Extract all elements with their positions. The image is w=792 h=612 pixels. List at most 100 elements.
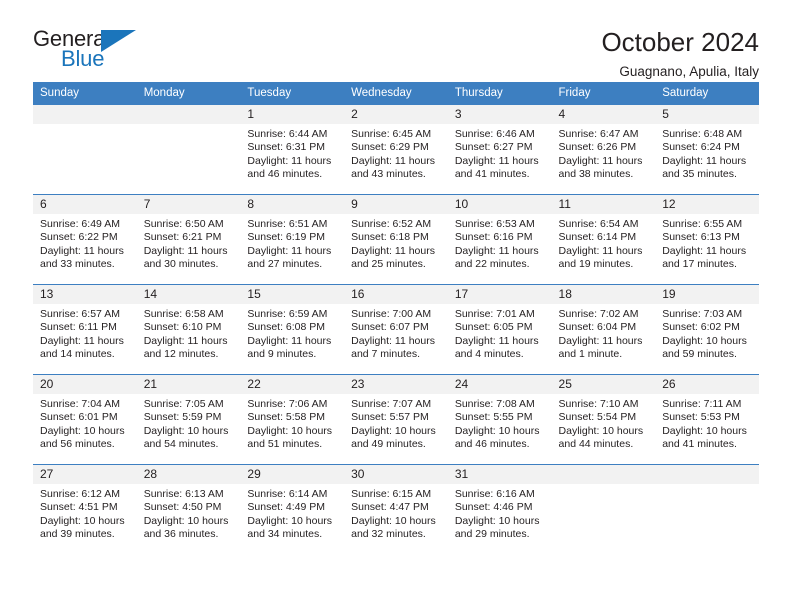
sunset-text: Sunset: 6:16 PM bbox=[454, 231, 533, 244]
daylight-text-line2: and 35 minutes. bbox=[662, 168, 737, 181]
calendar-day-cell[interactable]: 7 Sunrise: 6:50 AM Sunset: 6:21 PM Daylight… bbox=[136, 194, 241, 285]
day-details: Sunrise: 6:59 AM Sunset: 6:08 PM Daylight:… bbox=[240, 304, 344, 362]
calendar-week-row: 6 Sunrise: 6:49 AM Sunset: 6:22 PM Daylight… bbox=[33, 194, 759, 285]
calendar-day-cell[interactable]: 13 Sunrise: 6:57 AM Sunset: 6:11 PM Dayligh… bbox=[33, 284, 137, 375]
daylight-text-line2: and 46 minutes. bbox=[454, 438, 530, 451]
sunset-text: Sunset: 4:50 PM bbox=[143, 501, 222, 514]
calendar-day-cell[interactable]: 26 Sunrise: 7:11 AM Sunset: 5:53 PM Dayligh… bbox=[655, 374, 759, 465]
daylight-text-line1: Daylight: 11 hours bbox=[454, 334, 539, 347]
sunset-text: Sunset: 6:22 PM bbox=[40, 231, 118, 244]
calendar-day-cell-empty bbox=[136, 104, 241, 195]
sunrise-text: Sunrise: 6:53 AM bbox=[454, 218, 535, 230]
day-details: Sunrise: 6:52 AM Sunset: 6:18 PM Daylight:… bbox=[344, 214, 448, 272]
day-details: Sunrise: 7:10 AM Sunset: 5:54 PM Daylight:… bbox=[552, 394, 656, 452]
calendar-day-cell[interactable]: 21 Sunrise: 7:05 AM Sunset: 5:59 PM Dayligh… bbox=[136, 374, 241, 465]
daylight-text-line1: Daylight: 10 hours bbox=[662, 334, 747, 347]
calendar-day-cell[interactable]: 6 Sunrise: 6:49 AM Sunset: 6:22 PM Daylight… bbox=[33, 194, 137, 285]
calendar-day-cell[interactable]: 16 Sunrise: 7:00 AM Sunset: 6:07 PM Dayligh… bbox=[344, 284, 448, 375]
calendar-day-cell-empty bbox=[551, 464, 656, 555]
day-number: 19 bbox=[655, 285, 759, 304]
day-number: 11 bbox=[551, 195, 656, 214]
day-number: 29 bbox=[240, 465, 345, 484]
calendar-day-cell[interactable]: 4 Sunrise: 6:47 AM Sunset: 6:26 PM Daylight… bbox=[551, 104, 656, 195]
calendar-day-cell[interactable]: 2 Sunrise: 6:45 AM Sunset: 6:29 PM Daylight… bbox=[344, 104, 448, 195]
sunset-text: Sunset: 6:21 PM bbox=[143, 231, 222, 244]
calendar-week-row: 27 Sunrise: 6:12 AM Sunset: 4:51 PM Dayligh… bbox=[33, 464, 759, 555]
calendar-table: Sunday Monday Tuesday Wednesday Thursday… bbox=[33, 82, 759, 555]
calendar-day-cell[interactable]: 23 Sunrise: 7:07 AM Sunset: 5:57 PM Dayligh… bbox=[344, 374, 448, 465]
sunrise-text: Sunrise: 6:57 AM bbox=[40, 308, 120, 320]
calendar-day-cell[interactable]: 14 Sunrise: 6:58 AM Sunset: 6:10 PM Dayligh… bbox=[136, 284, 241, 375]
calendar-day-cell[interactable]: 28 Sunrise: 6:13 AM Sunset: 4:50 PM Dayligh… bbox=[136, 464, 241, 555]
calendar-day-cell[interactable]: 9 Sunrise: 6:52 AM Sunset: 6:18 PM Daylight… bbox=[344, 194, 448, 285]
daylight-text-line1: Daylight: 11 hours bbox=[143, 334, 228, 347]
day-details: Sunrise: 7:11 AM Sunset: 5:53 PM Daylight:… bbox=[655, 394, 759, 452]
sunrise-text: Sunrise: 7:00 AM bbox=[351, 308, 432, 320]
sunset-text: Sunset: 6:24 PM bbox=[662, 141, 740, 154]
sunset-text: Sunset: 6:10 PM bbox=[143, 321, 222, 334]
day-number: 1 bbox=[240, 105, 345, 124]
calendar-day-cell[interactable]: 17 Sunrise: 7:01 AM Sunset: 6:05 PM Dayligh… bbox=[447, 284, 552, 375]
sunrise-text: Sunrise: 7:02 AM bbox=[558, 308, 639, 320]
daylight-text-line1: Daylight: 11 hours bbox=[247, 244, 332, 257]
daylight-text-line2: and 59 minutes. bbox=[662, 348, 737, 361]
sunset-text: Sunset: 6:01 PM bbox=[40, 411, 118, 424]
day-number: 20 bbox=[33, 375, 137, 394]
day-number bbox=[33, 105, 137, 124]
sunrise-text: Sunrise: 6:13 AM bbox=[143, 488, 224, 500]
calendar-day-cell[interactable]: 29 Sunrise: 6:14 AM Sunset: 4:49 PM Dayligh… bbox=[240, 464, 345, 555]
sunrise-text: Sunrise: 7:04 AM bbox=[40, 398, 120, 410]
sunset-text: Sunset: 6:14 PM bbox=[558, 231, 637, 244]
calendar-day-cell[interactable]: 19 Sunrise: 7:03 AM Sunset: 6:02 PM Dayligh… bbox=[655, 284, 759, 375]
day-details: Sunrise: 7:08 AM Sunset: 5:55 PM Daylight:… bbox=[448, 394, 552, 452]
sunrise-text: Sunrise: 7:11 AM bbox=[662, 398, 742, 410]
daylight-text-line1: Daylight: 11 hours bbox=[247, 334, 332, 347]
sunrise-text: Sunrise: 7:06 AM bbox=[247, 398, 328, 410]
calendar-day-cell[interactable]: 15 Sunrise: 6:59 AM Sunset: 6:08 PM Dayligh… bbox=[240, 284, 345, 375]
day-details: Sunrise: 6:53 AM Sunset: 6:16 PM Daylight:… bbox=[448, 214, 552, 272]
sunrise-text: Sunrise: 6:55 AM bbox=[662, 218, 743, 230]
sunrise-text: Sunrise: 7:01 AM bbox=[454, 308, 535, 320]
daylight-text-line2: and 27 minutes. bbox=[247, 258, 323, 271]
calendar-day-cell[interactable]: 22 Sunrise: 7:06 AM Sunset: 5:58 PM Dayligh… bbox=[240, 374, 345, 465]
day-number bbox=[551, 465, 656, 484]
daylight-text-line2: and 49 minutes. bbox=[351, 438, 426, 451]
daylight-text-line1: Daylight: 11 hours bbox=[40, 244, 124, 257]
weekday-header-row: Sunday Monday Tuesday Wednesday Thursday… bbox=[33, 82, 759, 105]
sunrise-text: Sunrise: 6:14 AM bbox=[247, 488, 328, 500]
daylight-text-line1: Daylight: 10 hours bbox=[558, 424, 644, 437]
daylight-text-line1: Daylight: 11 hours bbox=[454, 154, 539, 167]
calendar-day-cell[interactable]: 12 Sunrise: 6:55 AM Sunset: 6:13 PM Dayligh… bbox=[655, 194, 759, 285]
day-number: 21 bbox=[136, 375, 241, 394]
day-details: Sunrise: 6:54 AM Sunset: 6:14 PM Daylight:… bbox=[552, 214, 656, 272]
daylight-text-line1: Daylight: 11 hours bbox=[558, 154, 643, 167]
sunset-text: Sunset: 6:11 PM bbox=[40, 321, 117, 334]
calendar-day-cell[interactable]: 30 Sunrise: 6:15 AM Sunset: 4:47 PM Dayligh… bbox=[344, 464, 448, 555]
daylight-text-line1: Daylight: 10 hours bbox=[351, 514, 436, 527]
daylight-text-line1: Daylight: 11 hours bbox=[662, 244, 747, 257]
calendar-day-cell[interactable]: 24 Sunrise: 7:08 AM Sunset: 5:55 PM Dayligh… bbox=[447, 374, 552, 465]
calendar-day-cell[interactable]: 3 Sunrise: 6:46 AM Sunset: 6:27 PM Daylight… bbox=[447, 104, 552, 195]
day-details: Sunrise: 7:06 AM Sunset: 5:58 PM Daylight:… bbox=[240, 394, 344, 452]
calendar-day-cell[interactable]: 31 Sunrise: 6:16 AM Sunset: 4:46 PM Dayligh… bbox=[447, 464, 552, 555]
calendar-day-cell[interactable]: 27 Sunrise: 6:12 AM Sunset: 4:51 PM Dayligh… bbox=[33, 464, 137, 555]
calendar-day-cell[interactable]: 5 Sunrise: 6:48 AM Sunset: 6:24 PM Daylight… bbox=[655, 104, 759, 195]
sunset-text: Sunset: 6:27 PM bbox=[454, 141, 533, 154]
calendar-day-cell[interactable]: 1 Sunrise: 6:44 AM Sunset: 6:31 PM Daylight… bbox=[240, 104, 345, 195]
weekday-header-sunday: Sunday bbox=[33, 82, 137, 105]
calendar-day-cell[interactable]: 11 Sunrise: 6:54 AM Sunset: 6:14 PM Dayligh… bbox=[551, 194, 656, 285]
sunset-text: Sunset: 4:47 PM bbox=[351, 501, 429, 514]
day-number: 16 bbox=[344, 285, 448, 304]
calendar-day-cell[interactable]: 8 Sunrise: 6:51 AM Sunset: 6:19 PM Daylight… bbox=[240, 194, 345, 285]
day-number: 26 bbox=[655, 375, 759, 394]
daylight-text-line2: and 1 minute. bbox=[558, 348, 623, 361]
calendar-day-cell[interactable]: 20 Sunrise: 7:04 AM Sunset: 6:01 PM Dayligh… bbox=[33, 374, 137, 465]
calendar-day-cell[interactable]: 10 Sunrise: 6:53 AM Sunset: 6:16 PM Dayligh… bbox=[447, 194, 552, 285]
daylight-text-line1: Daylight: 10 hours bbox=[662, 424, 747, 437]
calendar-day-cell[interactable]: 18 Sunrise: 7:02 AM Sunset: 6:04 PM Dayligh… bbox=[551, 284, 656, 375]
daylight-text-line2: and 41 minutes. bbox=[662, 438, 737, 451]
sunset-text: Sunset: 6:29 PM bbox=[351, 141, 429, 154]
calendar-day-cell[interactable]: 25 Sunrise: 7:10 AM Sunset: 5:54 PM Dayligh… bbox=[551, 374, 656, 465]
daylight-text-line1: Daylight: 10 hours bbox=[143, 514, 229, 527]
day-details: Sunrise: 6:46 AM Sunset: 6:27 PM Daylight:… bbox=[448, 124, 552, 182]
